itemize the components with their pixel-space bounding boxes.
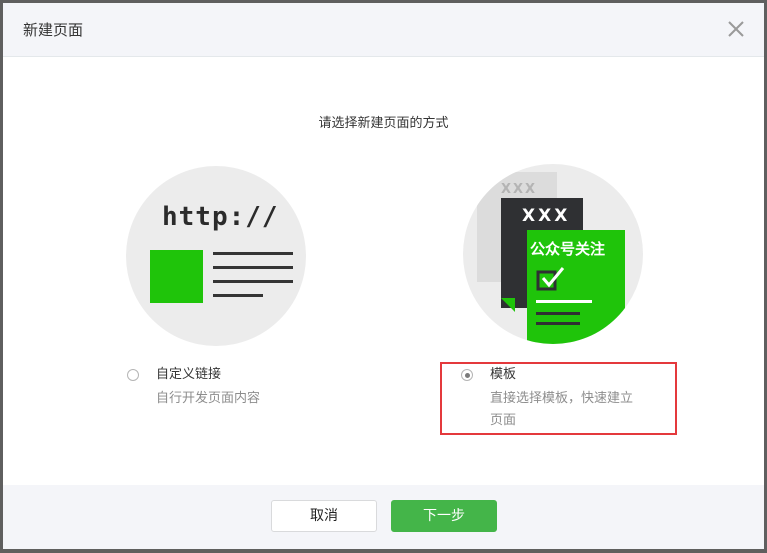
mid-card-text: XXX	[522, 206, 570, 226]
image-block	[150, 250, 203, 303]
text-line	[213, 280, 293, 283]
front-line	[536, 312, 580, 315]
front-line	[536, 322, 580, 325]
text-line	[213, 294, 263, 297]
cancel-button[interactable]: 取消	[271, 500, 377, 532]
text-line	[213, 252, 293, 255]
dialog-subtitle: 请选择新建页面的方式	[318, 116, 449, 131]
dialog-header: 新建页面	[3, 3, 764, 57]
selection-highlight	[440, 362, 677, 435]
front-line	[536, 300, 592, 303]
url-text: http://	[162, 202, 279, 232]
text-line	[213, 266, 293, 269]
option-label: 自定义链接	[156, 367, 222, 382]
back-card-text: XXX	[501, 182, 537, 197]
custom-link-illustration: http://	[126, 166, 306, 346]
new-page-dialog: 新建页面 请选择新建页面的方式 http:// XXX XXX 公众号关注 自定…	[3, 3, 764, 549]
option-description: 自行开发页面内容	[156, 391, 261, 406]
dialog-footer: 取消 下一步	[3, 485, 764, 549]
dialog-title: 新建页面	[23, 21, 84, 39]
custom-link-radio[interactable]	[127, 369, 139, 381]
template-illustration: XXX XXX 公众号关注	[463, 164, 643, 344]
next-step-button[interactable]: 下一步	[391, 500, 497, 532]
close-button[interactable]	[726, 19, 746, 39]
front-card-text: 公众号关注	[530, 240, 605, 258]
close-icon	[728, 21, 744, 37]
